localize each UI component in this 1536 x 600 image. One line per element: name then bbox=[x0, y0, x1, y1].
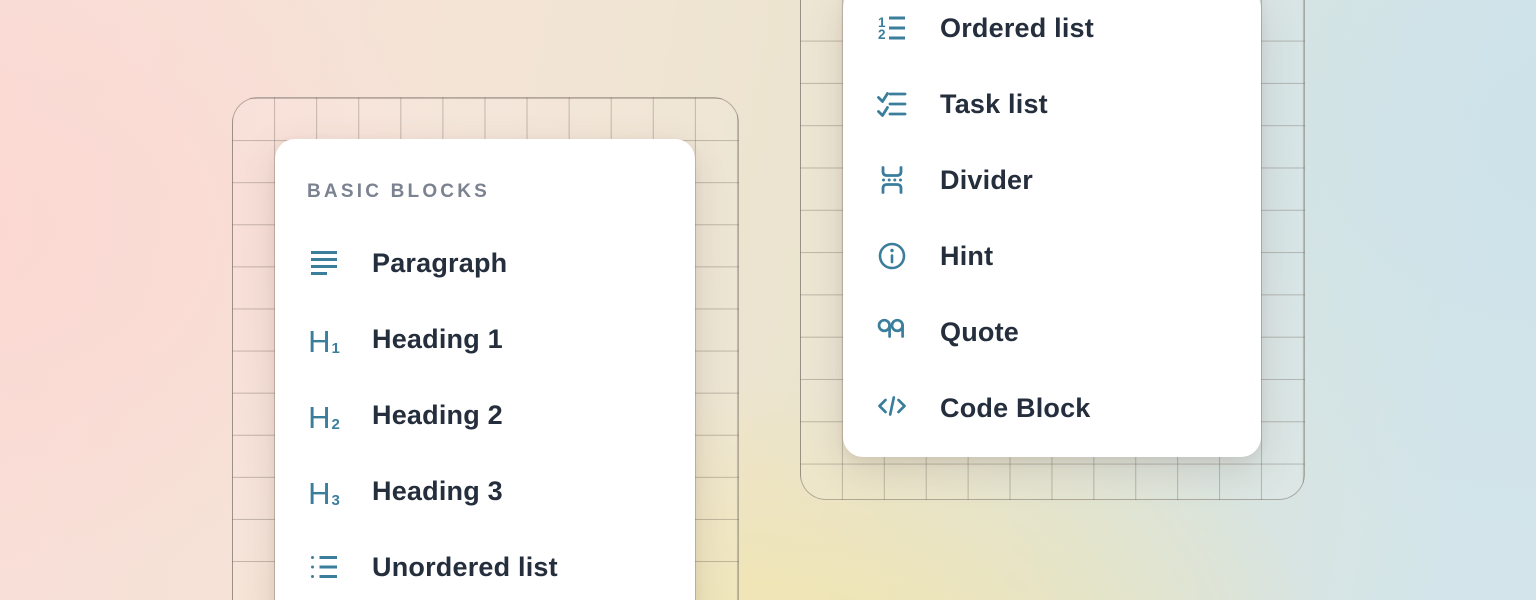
menu-item-heading-1[interactable]: H1 Heading 1 bbox=[307, 301, 695, 377]
heading-1-icon: H1 bbox=[307, 322, 341, 356]
menu-item-quote[interactable]: Quote bbox=[875, 294, 1261, 370]
task-list-icon bbox=[875, 87, 909, 121]
basic-blocks-list: Paragraph H1 Heading 1 H2 Heading 2 H3 H… bbox=[307, 225, 695, 600]
menu-item-hint[interactable]: Hint bbox=[875, 218, 1261, 294]
unordered-list-icon bbox=[307, 550, 341, 584]
quote-icon bbox=[875, 315, 909, 349]
menu-item-divider[interactable]: Divider bbox=[875, 142, 1261, 218]
menu-item-label: Divider bbox=[940, 165, 1033, 196]
menu-item-task-list[interactable]: Task list bbox=[875, 66, 1261, 142]
paragraph-icon bbox=[307, 246, 341, 280]
blocks-list: 1 2 Ordered list Task list bbox=[875, 0, 1261, 446]
menu-item-label: Hint bbox=[940, 241, 993, 272]
menu-item-heading-2[interactable]: H2 Heading 2 bbox=[307, 377, 695, 453]
menu-item-label: Task list bbox=[940, 89, 1048, 120]
hint-icon bbox=[875, 239, 909, 273]
code-block-icon bbox=[875, 391, 909, 425]
menu-item-code-block[interactable]: Code Block bbox=[875, 370, 1261, 446]
menu-item-label: Heading 2 bbox=[372, 400, 503, 431]
menu-item-label: Code Block bbox=[940, 393, 1091, 424]
menu-item-paragraph[interactable]: Paragraph bbox=[307, 225, 695, 301]
svg-text:2: 2 bbox=[878, 27, 886, 42]
heading-2-icon: H2 bbox=[307, 398, 341, 432]
heading-3-icon: H3 bbox=[307, 474, 341, 508]
divider-icon bbox=[875, 163, 909, 197]
basic-blocks-menu: BASIC BLOCKS Paragraph H1 Heading 1 H2 H… bbox=[275, 139, 695, 600]
menu-item-label: Ordered list bbox=[940, 13, 1094, 44]
ordered-list-icon: 1 2 bbox=[875, 11, 909, 45]
menu-item-unordered-list[interactable]: Unordered list bbox=[307, 529, 695, 600]
menu-item-ordered-list[interactable]: 1 2 Ordered list bbox=[875, 0, 1261, 66]
blocks-menu-continued: 1 2 Ordered list Task list bbox=[843, 0, 1261, 457]
menu-item-label: Paragraph bbox=[372, 248, 507, 279]
menu-item-label: Quote bbox=[940, 317, 1019, 348]
editor-blocks-promo-screen: BASIC BLOCKS Paragraph H1 Heading 1 H2 H… bbox=[0, 0, 1536, 600]
menu-item-label: Unordered list bbox=[372, 552, 558, 583]
menu-item-heading-3[interactable]: H3 Heading 3 bbox=[307, 453, 695, 529]
menu-item-label: Heading 1 bbox=[372, 324, 503, 355]
menu-item-label: Heading 3 bbox=[372, 476, 503, 507]
section-title: BASIC BLOCKS bbox=[307, 178, 695, 206]
